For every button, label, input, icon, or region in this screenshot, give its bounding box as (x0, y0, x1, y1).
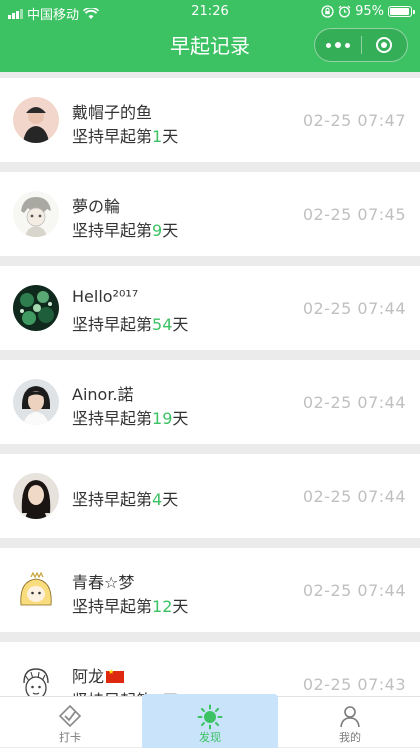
streak-prefix: 坚持早起第 (72, 597, 153, 616)
tab-mine-label: 我的 (339, 731, 361, 744)
streak-text: 坚持早起第1天 (72, 123, 178, 147)
streak-suffix: 天 (172, 409, 189, 428)
china-flag-icon (106, 668, 125, 683)
person-icon (340, 706, 360, 728)
user-name: Ainor.諾 (72, 385, 134, 404)
streak-prefix: 坚持早起第 (72, 315, 153, 334)
lock-rotation-icon (321, 5, 334, 18)
status-right: 95% (321, 4, 415, 19)
avatar (13, 285, 59, 331)
close-circle-icon (376, 37, 393, 53)
streak-days: 54 (152, 315, 173, 334)
battery-percent: 95% (355, 4, 384, 19)
tab-discover-label: 发现 (199, 731, 221, 744)
record-time: 02-25 07:44 (302, 393, 406, 412)
more-dots-icon (325, 42, 350, 48)
streak-text: 坚持早起第19天 (72, 405, 188, 429)
streak-prefix: 坚持早起第 (72, 221, 153, 240)
record-card[interactable]: Ainor.諾 坚持早起第19天 02-25 07:44 (0, 360, 420, 444)
tab-checkin[interactable]: 打卡 (0, 697, 140, 748)
record-card[interactable]: 坚持早起第4天 02-25 07:44 (0, 454, 420, 538)
streak-suffix: 天 (162, 221, 179, 240)
record-card[interactable]: Hello²⁰¹⁷ 坚持早起第54天 02-25 07:44 (0, 266, 420, 350)
tab-checkin-label: 打卡 (59, 731, 81, 744)
more-button[interactable] (315, 42, 361, 48)
user-name: 夢の輪 (72, 197, 121, 216)
streak-prefix: 坚持早起第 (72, 127, 153, 146)
streak-text: 坚持早起第9天 (72, 217, 178, 241)
user-name: 阿龙 (72, 663, 125, 687)
record-time: 02-25 07:44 (302, 299, 406, 318)
streak-text: 坚持早起第54天 (72, 311, 188, 335)
alarm-icon (338, 5, 351, 18)
record-time: 02-25 07:43 (302, 675, 406, 694)
tab-bar: 打卡 发现 我的 (0, 694, 420, 748)
checkin-icon (58, 704, 82, 728)
user-name: Hello²⁰¹⁷ (72, 287, 139, 306)
streak-text: 坚持早起第12天 (72, 593, 188, 617)
streak-days: 1 (152, 127, 163, 146)
streak-suffix: 天 (162, 127, 179, 146)
streak-days: 4 (152, 490, 163, 509)
user-name: 戴帽子的鱼 (72, 103, 153, 122)
avatar (13, 379, 59, 425)
streak-prefix: 坚持早起第 (72, 490, 153, 509)
tab-mine[interactable]: 我的 (280, 697, 420, 748)
battery-fill (390, 8, 409, 15)
record-time: 02-25 07:45 (302, 205, 406, 224)
sun-icon (197, 704, 223, 730)
streak-days: 9 (152, 221, 163, 240)
record-time: 02-25 07:47 (302, 111, 406, 130)
streak-days: 12 (152, 597, 173, 616)
user-name: 青春☆梦 (72, 573, 135, 592)
streak-text: 坚持早起第4天 (72, 486, 178, 510)
streak-suffix: 天 (162, 490, 179, 509)
record-card[interactable]: 戴帽子的鱼 坚持早起第1天 02-25 07:47 (0, 78, 420, 162)
nav-bar: 早起记录 (0, 24, 420, 72)
status-bar: 中国移动 21:26 95% (0, 0, 420, 24)
streak-suffix: 天 (172, 315, 189, 334)
streak-prefix: 坚持早起第 (72, 409, 153, 428)
record-card[interactable]: 青春☆梦 坚持早起第12天 02-25 07:44 (0, 548, 420, 632)
avatar (13, 567, 59, 613)
avatar (13, 97, 59, 143)
record-time: 02-25 07:44 (302, 487, 406, 506)
tab-discover[interactable]: 发现 (140, 694, 280, 748)
streak-days: 19 (152, 409, 173, 428)
battery-icon (388, 6, 415, 17)
avatar (13, 473, 59, 519)
close-button[interactable] (362, 37, 408, 53)
streak-suffix: 天 (172, 597, 189, 616)
user-name-text: 阿龙 (72, 667, 105, 686)
record-card[interactable]: 夢の輪 坚持早起第9天 02-25 07:45 (0, 172, 420, 256)
avatar (13, 191, 59, 237)
record-time: 02-25 07:44 (302, 581, 406, 600)
menu-capsule (314, 28, 408, 62)
